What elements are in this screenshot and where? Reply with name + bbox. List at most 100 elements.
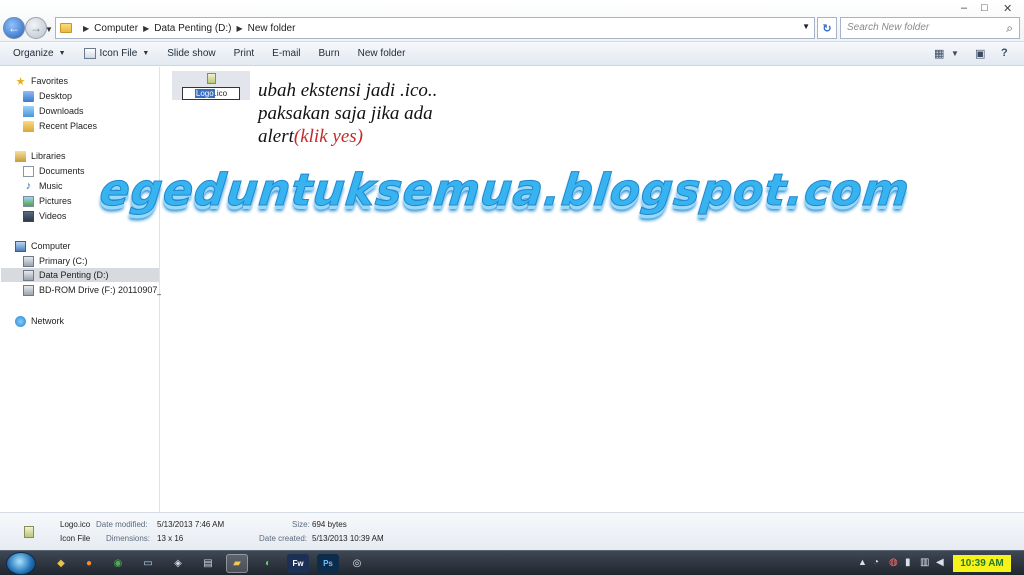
show-hidden-icons-icon[interactable]: ▲ <box>858 557 867 567</box>
sidebar-item-recent-places[interactable]: Recent Places <box>23 119 97 133</box>
computer-icon[interactable]: ▭ <box>137 554 159 573</box>
breadcrumb-new-folder[interactable]: New folder <box>248 23 296 34</box>
sidebar-item-computer[interactable]: Computer <box>15 239 71 253</box>
volume-icon[interactable]: ◀ <box>936 557 944 568</box>
taskbar: ◆ ● ◉ ▭ ◈ ▤ ▰ ◐ Fw Ps ◎ ▲ ◔ ◍ ▮ ▥ ◀ 10:3… <box>0 550 1024 575</box>
detail-created-label: Date created: <box>259 534 308 543</box>
disc-drive-icon <box>23 284 34 296</box>
sidebar-item-videos[interactable]: Videos <box>23 209 66 223</box>
pictures-icon <box>23 195 34 207</box>
music-note-icon: ♪ <box>25 180 32 192</box>
email-button[interactable]: E-mail <box>263 42 309 66</box>
search-input[interactable]: Search New folder ⌕ <box>840 17 1020 39</box>
sidebar-label: Downloads <box>39 106 84 116</box>
detail-created-value: 5/13/2013 10:39 AM <box>312 534 384 543</box>
blog-watermark: egeduntuksemua.blogspot.com <box>97 165 913 217</box>
arrow-left-icon: ← <box>8 21 20 35</box>
rename-input[interactable]: Logo .ico <box>182 87 240 100</box>
rename-extension: .ico <box>214 89 228 98</box>
chevron-right-icon[interactable]: ▶ <box>143 24 149 33</box>
burn-button[interactable]: Burn <box>310 42 349 66</box>
sidebar-item-pictures[interactable]: Pictures <box>23 194 72 208</box>
print-button[interactable]: Print <box>225 42 264 66</box>
chevron-right-icon[interactable]: ▶ <box>83 24 89 33</box>
battery-icon[interactable]: ▮ <box>905 557 911 568</box>
view-options-icon[interactable]: ▼ <box>951 49 959 58</box>
sidebar-label: Desktop <box>39 91 73 101</box>
sidebar-label: Primary (C:) <box>39 256 88 266</box>
address-bar[interactable]: ▶ Computer ▶ Data Penting (D:) ▶ New fol… <box>55 17 815 39</box>
breadcrumb-data-penting[interactable]: Data Penting (D:) <box>154 23 231 34</box>
open-with-icon <box>83 48 96 59</box>
taskbar-app-icon[interactable]: ◆ <box>50 554 72 573</box>
detail-modified-value: 5/13/2013 7:46 AM <box>157 520 225 529</box>
network-icon[interactable]: ▥ <box>920 557 929 568</box>
detail-dimensions-value: 13 x 16 <box>157 534 184 543</box>
sidebar-item-desktop[interactable]: Desktop <box>23 89 72 103</box>
minimize-button[interactable]: – <box>961 2 967 14</box>
annotation-alert: alert <box>258 126 294 147</box>
maximize-button[interactable]: □ <box>981 2 988 14</box>
icon-file-icon <box>24 526 34 538</box>
taskbar-app-icon[interactable]: ▤ <box>197 554 219 573</box>
sidebar-label: Pictures <box>39 196 72 206</box>
sidebar-item-data-penting-d[interactable]: Data Penting (D:) <box>1 268 159 282</box>
recent-places-icon <box>23 120 34 132</box>
network-icon <box>15 315 26 327</box>
address-dropdown-icon[interactable]: ▼ <box>802 22 810 31</box>
sidebar-item-music[interactable]: ♪ Music <box>23 179 63 193</box>
tray-app-icon[interactable]: ◍ <box>889 557 898 568</box>
slide-show-button[interactable]: Slide show <box>158 42 224 66</box>
explorer-icon[interactable]: ▰ <box>226 554 248 573</box>
help-icon[interactable]: ? <box>1001 47 1008 59</box>
tray-app-icon[interactable]: ◔ <box>873 557 879 568</box>
chevron-right-icon[interactable]: ▶ <box>236 24 242 33</box>
videos-icon <box>23 210 34 222</box>
firefox-icon[interactable]: ● <box>78 554 100 573</box>
detail-file-type: Icon File <box>60 534 91 543</box>
organize-button[interactable]: Organize ▼ <box>0 42 75 66</box>
sidebar-label: BD-ROM Drive (F:) 20110907_18 <box>39 285 173 295</box>
computer-icon <box>15 240 26 252</box>
sidebar-label: Music <box>39 181 63 191</box>
sidebar-label: Favorites <box>31 76 69 86</box>
detail-size-label: Size: <box>292 520 310 529</box>
change-view-icon[interactable]: ▦ <box>934 47 944 60</box>
tutorial-annotation: ubah ekstensi jadi .ico.. paksakan saja … <box>258 79 437 148</box>
chrome-icon[interactable]: ◉ <box>107 554 129 573</box>
close-button[interactable]: ✕ <box>1003 2 1012 15</box>
taskbar-app-icon[interactable]: ◐ <box>257 554 279 573</box>
details-pane: Logo.ico Icon File Date modified: 5/13/2… <box>0 512 1024 550</box>
chevron-down-icon: ▼ <box>142 50 150 57</box>
taskbar-app-icon[interactable]: ◈ <box>167 554 189 573</box>
sidebar-item-documents[interactable]: Documents <box>23 164 85 178</box>
rename-selected-text: Logo <box>194 89 215 98</box>
search-icon[interactable]: ⌕ <box>1006 21 1013 36</box>
navigation-pane: ★ Favorites Desktop Downloads Recent Pla… <box>0 67 172 512</box>
clock[interactable]: 10:39 AM <box>953 555 1011 572</box>
recent-pages-dropdown-icon[interactable]: ▼ <box>45 25 53 34</box>
start-button[interactable] <box>6 552 36 575</box>
sidebar-item-bd-rom[interactable]: BD-ROM Drive (F:) 20110907_18 <box>23 283 172 297</box>
breadcrumb-computer[interactable]: Computer <box>94 23 138 34</box>
folder-icon <box>60 23 72 33</box>
search-placeholder: Search New folder <box>847 22 930 33</box>
photoshop-icon[interactable]: Ps <box>317 554 339 573</box>
sidebar-item-network[interactable]: Network <box>15 314 64 328</box>
file-list-pane[interactable]: Logo .ico ubah ekstensi jadi .ico.. paksa… <box>161 67 1024 512</box>
sidebar-item-downloads[interactable]: Downloads <box>23 104 84 118</box>
taskbar-app-icon[interactable]: ◎ <box>346 554 368 573</box>
file-item-logo[interactable]: Logo .ico <box>172 71 250 100</box>
icon-file-label: Icon File <box>99 48 138 59</box>
forward-button[interactable]: → <box>25 17 47 39</box>
icon-file-button[interactable]: Icon File ▼ <box>75 42 159 66</box>
preview-pane-icon[interactable]: ▣ <box>975 47 985 60</box>
new-folder-button[interactable]: New folder <box>349 42 415 66</box>
sidebar-item-favorites[interactable]: ★ Favorites <box>15 74 68 88</box>
detail-dimensions-label: Dimensions: <box>106 534 151 543</box>
refresh-button[interactable]: ↻ <box>817 17 837 39</box>
fireworks-icon[interactable]: Fw <box>287 554 309 573</box>
back-button[interactable]: ← <box>3 17 25 39</box>
sidebar-item-libraries[interactable]: Libraries <box>15 149 66 163</box>
sidebar-item-primary-c[interactable]: Primary (C:) <box>23 254 88 268</box>
